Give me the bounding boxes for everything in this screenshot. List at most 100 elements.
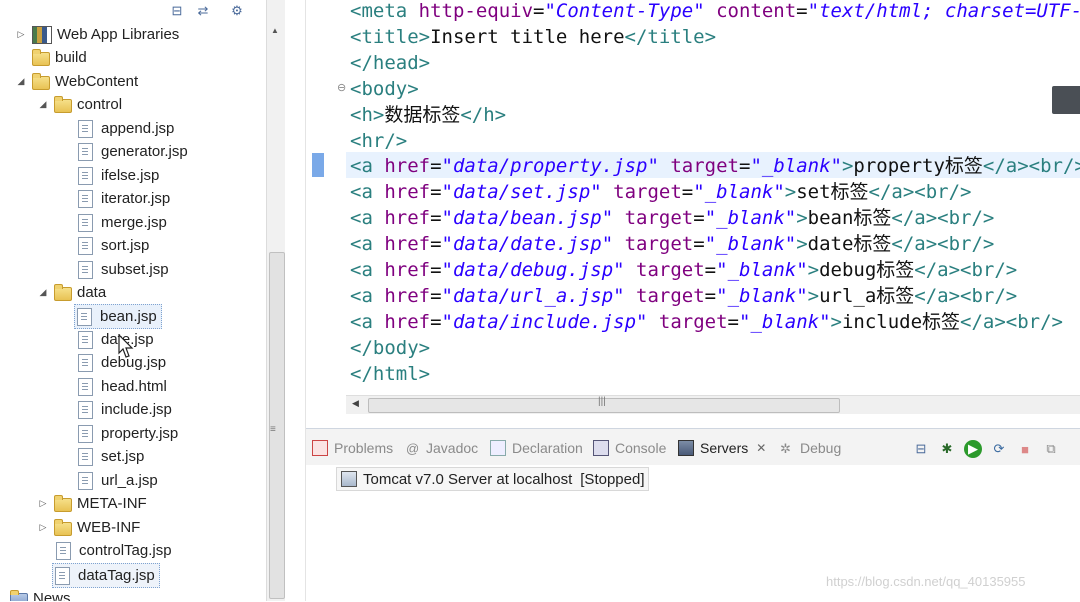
tree-item-label: META-INF	[77, 495, 147, 512]
tab-debug[interactable]: ✲ Debug	[780, 437, 841, 459]
tree-item-label: ifelse.jsp	[101, 167, 160, 184]
jsp-file-icon	[78, 471, 93, 490]
server-toolbar: ⊟ ✱ ▶ ⟳ ■ ⧉	[912, 440, 1060, 458]
tree-item-meta-inf[interactable]: ▷ META-INF	[36, 492, 147, 515]
tree-item-merge-jsp[interactable]: merge.jsp	[76, 211, 167, 234]
tree-item-ifelse-jsp[interactable]: ifelse.jsp	[76, 164, 159, 187]
tree-item-label: data	[77, 284, 107, 301]
jsp-file-icon	[78, 166, 93, 185]
tree-item-sort-jsp[interactable]: sort.jsp	[76, 234, 149, 257]
debug-server-icon[interactable]: ✱	[938, 440, 956, 458]
tab-problems[interactable]: Problems	[312, 437, 393, 459]
tree-item-web-inf[interactable]: ▷ WEB-INF	[36, 516, 140, 539]
folder-icon	[54, 518, 72, 536]
server-name: Tomcat v7.0 Server at localhost	[363, 470, 573, 488]
tree-item-webcontent[interactable]: ◢ WebContent	[14, 70, 138, 93]
tree-item-controltag-jsp[interactable]: controlTag.jsp	[54, 539, 172, 562]
tree-item-build[interactable]: build	[14, 46, 87, 69]
tree-item-label: include.jsp	[101, 401, 172, 418]
tree-item-set-jsp[interactable]: set.jsp	[76, 445, 144, 468]
code-line[interactable]: <a href="data/include.jsp" target="_blan…	[350, 309, 1063, 335]
code-line[interactable]: </body>	[350, 335, 430, 361]
javadoc-icon: @	[406, 441, 420, 456]
tab-javadoc[interactable]: @ Javadoc	[406, 437, 478, 459]
folder-icon	[54, 494, 72, 512]
profile-server-icon[interactable]: ⟳	[990, 440, 1008, 458]
tree-item-news[interactable]: News	[10, 587, 71, 601]
tree-item-label: iterator.jsp	[101, 190, 171, 207]
collapse-icon[interactable]: ⊟	[912, 440, 930, 458]
scroll-up-icon[interactable]: ▲	[271, 26, 279, 35]
start-server-icon[interactable]: ▶	[964, 440, 982, 458]
expand-icon[interactable]: ▷	[36, 522, 50, 533]
link-editor-icon[interactable]: ⇄	[194, 2, 212, 20]
collapse-icon[interactable]: ◢	[36, 99, 50, 110]
tree-item-head-html[interactable]: head.html	[76, 375, 167, 398]
jsp-file-icon	[55, 566, 70, 585]
collapse-icon[interactable]: ◢	[14, 76, 28, 87]
tree-item-label: merge.jsp	[101, 214, 167, 231]
tab-console[interactable]: Console	[593, 437, 666, 459]
scroll-left-icon[interactable]: ◀	[352, 398, 359, 409]
tree-item-url-a-jsp[interactable]: url_a.jsp	[76, 469, 158, 492]
tree-item-web-app-libraries[interactable]: ▷ Web App Libraries	[14, 23, 179, 46]
tab-declaration[interactable]: Declaration	[490, 437, 583, 459]
jsp-file-icon	[78, 424, 93, 443]
publish-icon[interactable]: ⧉	[1042, 440, 1060, 458]
tab-servers[interactable]: Servers ✕	[678, 437, 766, 459]
tree-item-label: dataTag.jsp	[78, 567, 155, 584]
tree-item-bean-jsp[interactable]: bean.jsp	[74, 304, 162, 329]
code-line[interactable]: <meta http-equiv="Content-Type" content=…	[350, 0, 1080, 24]
tree-item-append-jsp[interactable]: append.jsp	[76, 117, 174, 140]
grip-icon: ≡	[270, 424, 276, 435]
overview-ruler	[306, 0, 328, 395]
expand-icon[interactable]: ▷	[36, 498, 50, 509]
jsp-file-icon	[78, 330, 93, 349]
tree-item-label: control	[77, 96, 123, 113]
code-line[interactable]: <a href="data/debug.jsp" target="_blank"…	[350, 257, 1017, 283]
tree-item-subset-jsp[interactable]: subset.jsp	[76, 258, 169, 281]
server-state: [Stopped]	[580, 470, 645, 488]
folder-icon	[32, 72, 50, 90]
servers-icon	[678, 440, 694, 456]
tree-item-data[interactable]: ◢ data	[36, 281, 106, 304]
code-line[interactable]: <h>数据标签</h>	[350, 102, 506, 128]
view-menu-icon[interactable]: ⚙	[228, 2, 246, 20]
collapse-all-icon[interactable]: ⊟	[168, 2, 186, 20]
fold-icon[interactable]: ⊖	[337, 81, 346, 94]
code-line[interactable]: <a href="data/url_a.jsp" target="_blank"…	[350, 283, 1017, 309]
close-icon[interactable]: ✕	[756, 441, 766, 455]
stop-server-icon[interactable]: ■	[1016, 440, 1034, 458]
tree-item-iterator-jsp[interactable]: iterator.jsp	[76, 187, 170, 210]
tree-item-control[interactable]: ◢ control	[36, 93, 122, 116]
code-line-current[interactable]: <a href="data/property.jsp" target="_bla…	[350, 153, 1080, 179]
tree-item-property-jsp[interactable]: property.jsp	[76, 422, 178, 445]
server-list-item[interactable]: Tomcat v7.0 Server at localhost [Stopped…	[336, 467, 650, 491]
code-line[interactable]: <body>	[350, 76, 419, 102]
floating-toolbar-button[interactable]	[1052, 86, 1080, 114]
code-line[interactable]: <title>Insert title here</title>	[350, 24, 716, 50]
expand-icon[interactable]: ▷	[14, 29, 28, 40]
collapse-icon[interactable]: ◢	[36, 287, 50, 298]
code-line[interactable]: <a href="data/bean.jsp" target="_blank">…	[350, 205, 994, 231]
panel-divider[interactable]	[285, 0, 306, 601]
tree-item-date-jsp[interactable]: date.jsp	[76, 328, 154, 351]
code-line[interactable]: <a href="data/set.jsp" target="_blank">s…	[350, 179, 972, 205]
folder-icon	[54, 283, 72, 301]
code-line[interactable]: <a href="data/date.jsp" target="_blank">…	[350, 231, 994, 257]
code-editor[interactable]: ⊖ <meta http-equiv="Content-Type" conten…	[306, 0, 1080, 418]
code-line[interactable]: </head>	[350, 50, 430, 76]
tree-item-include-jsp[interactable]: include.jsp	[76, 398, 172, 421]
code-line[interactable]: <hr/>	[350, 128, 407, 154]
problems-icon	[312, 440, 328, 456]
editor-horizontal-scrollbar[interactable]: ◀ |||	[346, 395, 1080, 414]
console-icon	[593, 440, 609, 456]
tree-item-label: generator.jsp	[101, 143, 188, 160]
code-line[interactable]: </html>	[350, 361, 430, 387]
jsp-file-icon	[77, 307, 92, 326]
server-icon	[341, 471, 357, 487]
tree-item-label: WebContent	[55, 73, 139, 90]
explorer-scrollbar[interactable]: ▲ ≡	[266, 0, 285, 601]
tree-item-datatag-jsp[interactable]: dataTag.jsp	[52, 563, 160, 588]
tree-item-generator-jsp[interactable]: generator.jsp	[76, 140, 188, 163]
